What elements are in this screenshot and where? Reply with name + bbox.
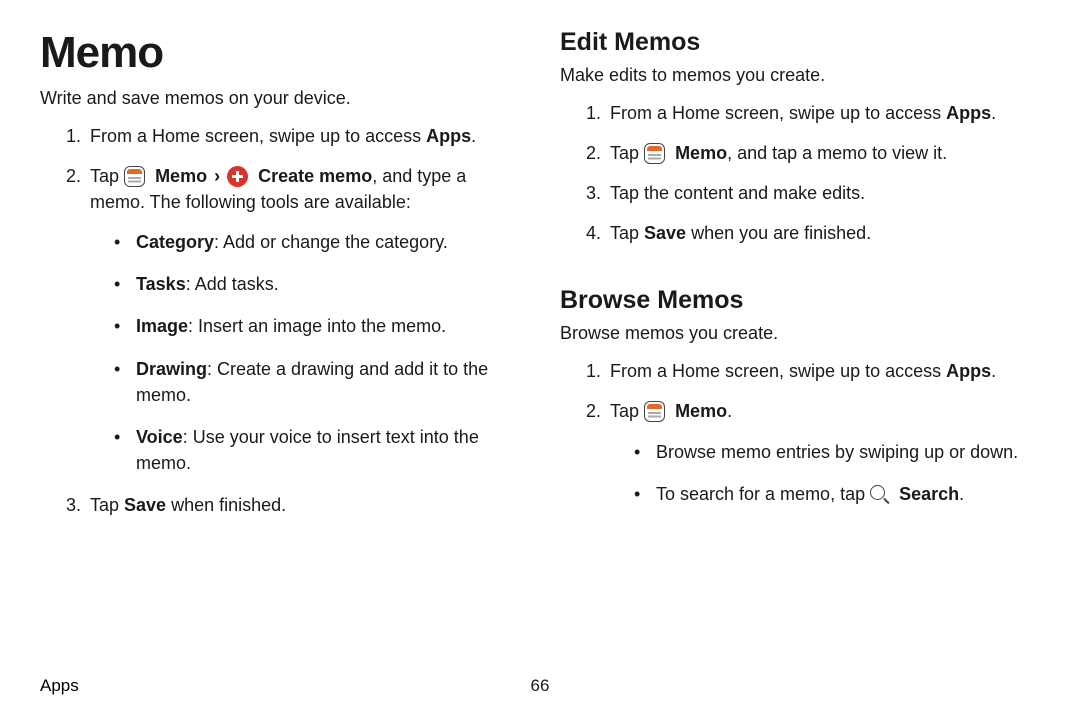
tool-desc: : Add tasks. <box>186 274 279 294</box>
save-label: Save <box>124 495 166 515</box>
browse-memos-title: Browse Memos <box>560 286 1040 315</box>
memo-app-icon <box>124 166 145 187</box>
list-item: Category: Add or change the category. <box>114 229 520 255</box>
apps-label: Apps <box>946 361 991 381</box>
text: when you are finished. <box>686 223 871 243</box>
text: when finished. <box>166 495 286 515</box>
chevron-right-icon: › <box>214 163 220 189</box>
text: Tap <box>90 495 124 515</box>
apps-label: Apps <box>426 126 471 146</box>
tool-name: Drawing <box>136 359 207 379</box>
memo-app-icon <box>644 143 665 164</box>
footer-section-label: Apps <box>40 676 79 696</box>
memo-label: Memo <box>155 166 207 186</box>
text: Tap <box>610 143 644 163</box>
tool-name: Image <box>136 316 188 336</box>
memo-label: Memo <box>675 143 727 163</box>
tool-desc: : Add or change the category. <box>214 232 448 252</box>
list-item: Tap Save when finished. <box>86 492 520 518</box>
text: To search for a memo, tap <box>656 484 870 504</box>
text: Tap <box>610 401 644 421</box>
list-item: Drawing: Create a drawing and add it to … <box>114 356 520 408</box>
memo-create-steps: From a Home screen, swipe up to access A… <box>40 123 520 532</box>
plus-icon <box>227 166 248 187</box>
page-intro: Write and save memos on your device. <box>40 88 520 109</box>
list-item: Browse memo entries by swiping up or dow… <box>634 439 1040 465</box>
text: Tap <box>90 166 124 186</box>
browse-memos-intro: Browse memos you create. <box>560 323 1040 344</box>
tool-desc: : Insert an image into the memo. <box>188 316 446 336</box>
edit-memos-steps: From a Home screen, swipe up to access A… <box>560 100 1040 260</box>
edit-memos-title: Edit Memos <box>560 28 1040 57</box>
text: . <box>727 401 732 421</box>
text: . <box>959 484 964 504</box>
list-item: Tap Save when you are finished. <box>606 220 1040 246</box>
search-icon <box>870 485 889 504</box>
text: From a Home screen, swipe up to access <box>90 126 426 146</box>
list-item: To search for a memo, tap Search. <box>634 481 1040 507</box>
list-item: Tasks: Add tasks. <box>114 271 520 297</box>
text: . <box>471 126 476 146</box>
tool-name: Voice <box>136 427 183 447</box>
save-label: Save <box>644 223 686 243</box>
text: Tap <box>610 223 644 243</box>
text: , and tap a memo to view it. <box>727 143 947 163</box>
list-item: Voice: Use your voice to insert text int… <box>114 424 520 476</box>
create-memo-label: Create memo <box>258 166 372 186</box>
tool-name: Category <box>136 232 214 252</box>
memo-label: Memo <box>675 401 727 421</box>
tool-desc: : Use your voice to insert text into the… <box>136 427 479 473</box>
text: From a Home screen, swipe up to access <box>610 361 946 381</box>
list-item: From a Home screen, swipe up to access A… <box>606 100 1040 126</box>
edit-memos-intro: Make edits to memos you create. <box>560 65 1040 86</box>
list-item: From a Home screen, swipe up to access A… <box>86 123 520 149</box>
list-item: Tap Memo, and tap a memo to view it. <box>606 140 1040 166</box>
list-item: Image: Insert an image into the memo. <box>114 313 520 339</box>
footer-page-number: 66 <box>531 676 550 696</box>
list-item: Tap the content and make edits. <box>606 180 1040 206</box>
browse-sublist: Browse memo entries by swiping up or dow… <box>610 439 1040 507</box>
list-item: Tap Memo › Create memo, and type a memo.… <box>86 163 520 476</box>
text: . <box>991 103 996 123</box>
text: . <box>991 361 996 381</box>
browse-memos-steps: From a Home screen, swipe up to access A… <box>560 358 1040 522</box>
tool-name: Tasks <box>136 274 186 294</box>
left-column: Memo Write and save memos on your device… <box>40 28 520 720</box>
right-column: Edit Memos Make edits to memos you creat… <box>560 28 1040 720</box>
search-label: Search <box>899 484 959 504</box>
apps-label: Apps <box>946 103 991 123</box>
list-item: Tap Memo. Browse memo entries by swiping… <box>606 398 1040 506</box>
list-item: From a Home screen, swipe up to access A… <box>606 358 1040 384</box>
memo-app-icon <box>644 401 665 422</box>
tools-list: Category: Add or change the category. Ta… <box>90 229 520 476</box>
page-title: Memo <box>40 28 520 78</box>
text: From a Home screen, swipe up to access <box>610 103 946 123</box>
